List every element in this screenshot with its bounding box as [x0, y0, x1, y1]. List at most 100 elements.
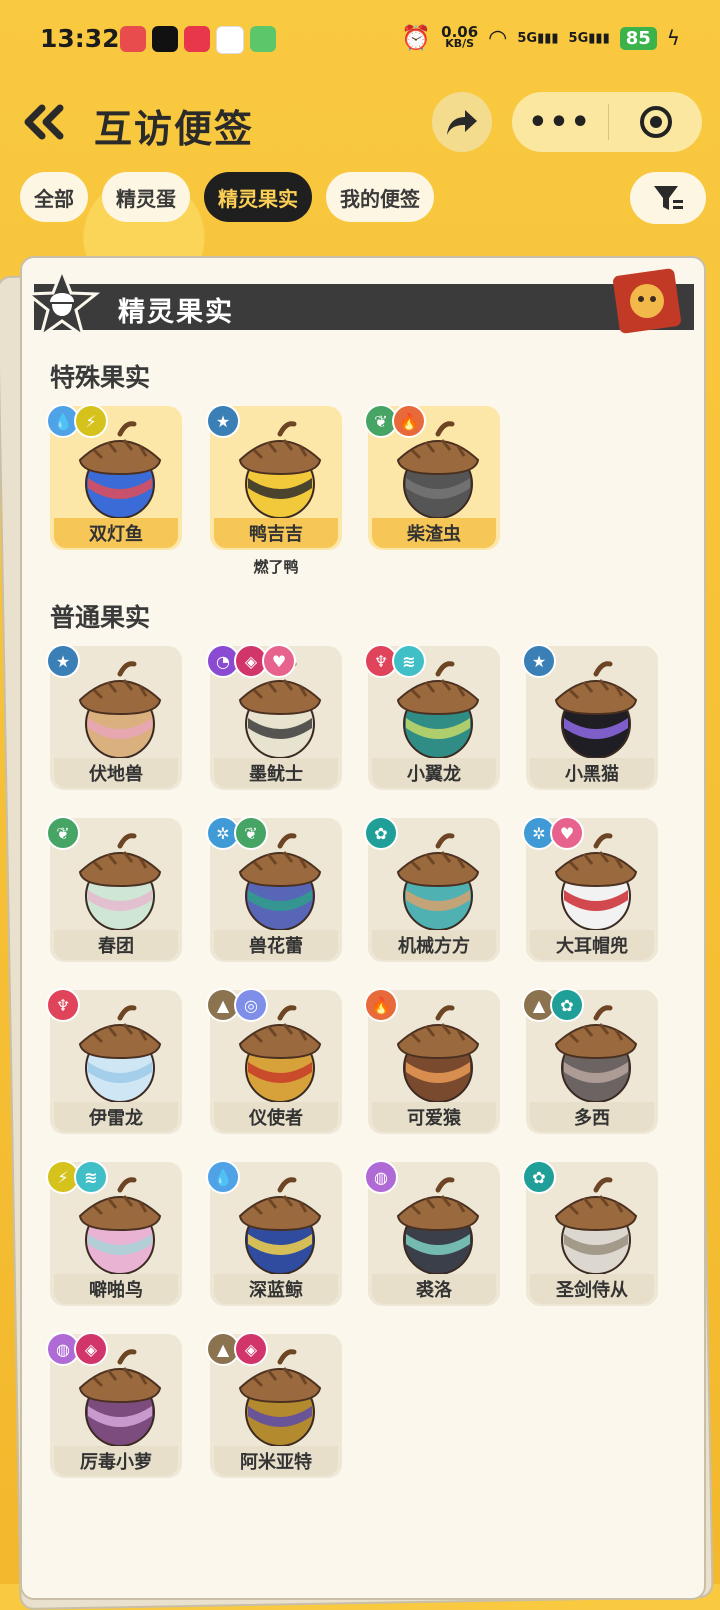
acorn-icon — [238, 421, 322, 519]
fruit-name: 双灯鱼 — [54, 518, 178, 548]
fruit-type-badges: ✿ — [522, 1160, 556, 1194]
fruit-name: 深蓝鲸 — [214, 1274, 338, 1304]
fruit-name: 小翼龙 — [372, 758, 496, 788]
fruit-type-badges: 💧 — [206, 1160, 240, 1194]
app-green-icon — [250, 26, 276, 52]
signal-label-2: 5G — [568, 30, 589, 46]
fruit-name: 兽花蕾 — [214, 930, 338, 960]
fruit-card: 精灵果实 特殊果实 双灯鱼 💧 ⚡ 鸭吉吉 ★ 燃了鸭 柴渣虫 ❦ 🔥 普通果实… — [20, 256, 706, 1600]
signal-icon-2: 5G▮▮▮ — [568, 30, 610, 46]
mini-program-capsule: ••• — [512, 92, 702, 152]
fruit-name: 噼啪鸟 — [54, 1274, 178, 1304]
acorn-icon — [554, 661, 638, 759]
fruit-type-badges: ✿ — [364, 816, 398, 850]
card-banner: 精灵果实 — [24, 266, 694, 340]
grass-type-icon: ❦ — [234, 816, 268, 850]
filter-tabs: 全部 精灵蛋 精灵果实 我的便签 — [20, 172, 434, 222]
alarm-icon: ⏰ — [401, 24, 432, 52]
acorn-icon — [78, 1005, 162, 1103]
speed-unit: KB/S — [445, 37, 475, 50]
cute-type-icon: ♥ — [262, 644, 296, 678]
fruit-name: 大耳帽兜 — [530, 930, 654, 960]
fruit-type-badges: ⚡ ≋ — [46, 1160, 108, 1194]
target-close-icon — [639, 106, 672, 138]
fruit-name: 伊雷龙 — [54, 1102, 178, 1132]
share-icon — [447, 110, 477, 135]
app-red-icon — [184, 26, 210, 52]
filter-button[interactable] — [630, 172, 706, 224]
fruit-note: 燃了鸭 — [253, 558, 299, 576]
close-button[interactable] — [609, 104, 702, 140]
fruit-type-badges: ❦ — [46, 816, 80, 850]
fruit-name: 仪使者 — [214, 1102, 338, 1132]
section-title-special: 特殊果实 — [50, 363, 151, 392]
fruit-name: 机械方方 — [372, 930, 496, 960]
section-title-normal: 普通果实 — [50, 603, 151, 632]
fruit-name: 裘洛 — [372, 1274, 496, 1304]
page-title: 互访便签 — [94, 107, 255, 151]
network-speed: 0.06 KB/S — [441, 25, 478, 50]
fruit-type-badges: ✲ ❦ — [206, 816, 268, 850]
normal-type-icon: ★ — [46, 644, 80, 678]
back-icon[interactable] — [20, 102, 70, 142]
poison-type-icon: ◍ — [364, 1160, 398, 1194]
fruit-type-badges: ★ — [46, 644, 80, 678]
more-button[interactable]: ••• — [512, 105, 608, 140]
cute-type-icon: ♥ — [550, 816, 584, 850]
mech-type-icon: ✿ — [522, 1160, 556, 1194]
fruit-type-badges: 💧 ⚡ — [46, 404, 108, 438]
grass-type-icon: ❦ — [46, 816, 80, 850]
fruit-name: 圣剑侍从 — [530, 1274, 654, 1304]
fruit-type-badges: ▲ ✿ — [522, 988, 584, 1022]
tab-all[interactable]: 全部 — [20, 172, 88, 222]
fruit-type-badges: ▲ ◎ — [206, 988, 268, 1022]
battery-indicator: 85 — [619, 26, 657, 50]
wing-type-icon: ≋ — [392, 644, 426, 678]
status-time: 13:32 — [40, 24, 120, 53]
fruit-name: 可爱猿 — [372, 1102, 496, 1132]
fruit-name: 墨鱿士 — [214, 758, 338, 788]
psychic-type-icon: ◎ — [234, 988, 268, 1022]
demon-type-icon: ◈ — [74, 1332, 108, 1366]
acorn-icon — [238, 1177, 322, 1275]
mech-type-icon: ✿ — [364, 816, 398, 850]
banner-title: 精灵果实 — [118, 297, 234, 328]
share-button[interactable] — [432, 92, 492, 152]
fruit-name: 多西 — [530, 1102, 654, 1132]
fruit-type-badges: ▲ ◈ — [206, 1332, 268, 1366]
fruit-name: 鸭吉吉 — [214, 518, 338, 548]
tab-my-notes[interactable]: 我的便签 — [326, 172, 434, 222]
tab-spirit-egg[interactable]: 精灵蛋 — [102, 172, 190, 222]
signal-label-1: 5G — [517, 30, 538, 46]
fruit-type-badges: ♆ — [46, 988, 80, 1022]
acorn-star-icon — [24, 266, 100, 340]
demon-type-icon: ◈ — [234, 1332, 268, 1366]
tab-spirit-fruit[interactable]: 精灵果实 — [204, 172, 312, 222]
fruit-type-badges: ★ — [522, 644, 556, 678]
fruit-type-badges: ★ — [206, 404, 240, 438]
acorn-icon — [396, 833, 480, 931]
signal-icon: 5G▮▮▮ — [517, 30, 559, 46]
normal-type-icon: ★ — [522, 644, 556, 678]
app-notify-icon — [120, 26, 146, 52]
stamp-icon — [613, 268, 681, 334]
wifi-icon: ◠ — [488, 25, 508, 51]
fruit-name: 伏地兽 — [54, 758, 178, 788]
fruit-name: 柴渣虫 — [372, 518, 496, 548]
fruit-type-badges: ◍ — [364, 1160, 398, 1194]
mech-type-icon: ✿ — [550, 988, 584, 1022]
fruit-name: 小黑猫 — [530, 758, 654, 788]
tiktok-icon — [152, 26, 178, 52]
fruit-name: 厉毒小萝 — [54, 1446, 178, 1476]
fire-type-icon: 🔥 — [392, 404, 426, 438]
fruit-type-badges: 🔥 — [364, 988, 398, 1022]
acorn-icon — [78, 661, 162, 759]
acorn-icon — [396, 1177, 480, 1275]
water-type-icon: 💧 — [206, 1160, 240, 1194]
fruit-type-badges: ◍ ◈ — [46, 1332, 108, 1366]
charging-icon: ϟ — [666, 26, 680, 50]
header: 互访便签 ••• — [0, 90, 720, 160]
status-bar: 13:32 ⏰ 0.06 KB/S ◠ 5G▮▮▮ 5G▮▮▮ 85 ϟ — [0, 0, 720, 80]
status-right: ⏰ 0.06 KB/S ◠ 5G▮▮▮ 5G▮▮▮ 85 ϟ — [401, 24, 680, 52]
acorn-icon — [554, 1177, 638, 1275]
